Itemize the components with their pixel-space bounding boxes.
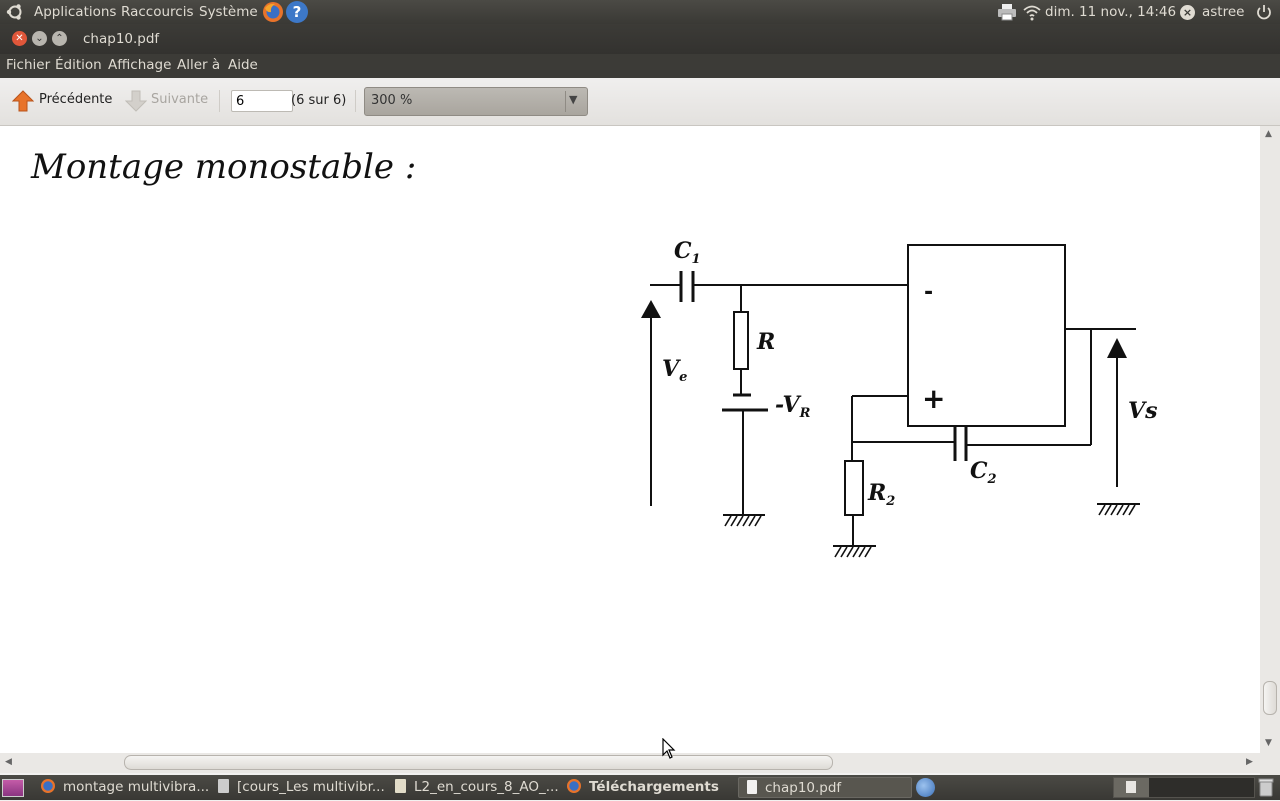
user-status-icon[interactable]: ×: [1180, 5, 1195, 20]
arrow-up-icon: [11, 90, 35, 112]
scroll-down-arrow-icon[interactable]: ▼: [1265, 738, 1272, 748]
show-desktop-icon[interactable]: [2, 779, 24, 797]
wifi-icon[interactable]: [1022, 3, 1042, 21]
taskbar-item-label: Téléchargements: [589, 779, 719, 795]
clock[interactable]: dim. 11 nov., 14:46: [1045, 4, 1176, 20]
menu-raccourcis[interactable]: Raccourcis: [121, 4, 193, 20]
taskbar-item-l2-cours[interactable]: L2_en_cours_8_AO_...: [387, 777, 561, 798]
label-r2: R2: [867, 480, 895, 509]
top-panel: Applications Raccourcis Système ? dim. 1…: [0, 0, 1280, 24]
taskbar: montage multivibra... [cours_Les multivi…: [0, 775, 1280, 800]
label-c1: C1: [674, 238, 701, 267]
trash-icon[interactable]: [1258, 778, 1274, 797]
taskbar-item-label: [cours_Les multivibr...: [237, 779, 385, 795]
menu-applications[interactable]: Applications: [34, 4, 116, 20]
toolbar: Précédente Suivante (6 sur 6) 300 % ▼: [0, 78, 1280, 126]
page-count: (6 sur 6): [291, 93, 347, 108]
text-document-icon: [395, 779, 406, 793]
user-name[interactable]: astree: [1202, 4, 1244, 20]
toolbar-separator: [219, 90, 220, 112]
document-view[interactable]: Montage monostable : C1 R Ve -VR C2 R2 V…: [0, 126, 1260, 753]
taskbar-item-telechargements[interactable]: Téléchargements: [562, 777, 736, 798]
scroll-left-arrow-icon[interactable]: ◀: [5, 757, 12, 767]
ubuntu-logo-icon[interactable]: [6, 3, 22, 20]
label-minus: -: [924, 280, 933, 305]
taskbar-item-cours-multivibrateurs[interactable]: [cours_Les multivibr...: [210, 777, 386, 798]
page-number-input[interactable]: [231, 90, 293, 112]
zoom-value: 300 %: [371, 93, 413, 108]
help-launcher-icon[interactable]: ?: [286, 1, 308, 23]
toolbar-separator: [355, 90, 356, 112]
taskbar-item-label: L2_en_cours_8_AO_...: [414, 779, 559, 795]
menu-fichier[interactable]: Fichier: [6, 57, 50, 73]
document-icon: [218, 779, 229, 793]
menu-aide[interactable]: Aide: [228, 57, 258, 73]
monostable-circuit-diagram: C1 R Ve -VR C2 R2 Vs - +: [641, 238, 1157, 558]
menu-systeme[interactable]: Système: [199, 4, 258, 20]
globe-icon[interactable]: [916, 778, 935, 797]
menubar: Fichier Édition Affichage Aller à Aide: [0, 54, 1280, 78]
label-c2: C2: [970, 458, 997, 487]
taskbar-item-label: chap10.pdf: [765, 780, 842, 796]
mouse-cursor-icon: [662, 738, 676, 759]
maximize-window-button[interactable]: ⌃: [52, 31, 67, 46]
label-r: R: [756, 329, 775, 355]
horizontal-scrollbar[interactable]: ◀ ▶: [0, 753, 1260, 773]
label-vs: Vs: [1128, 398, 1157, 424]
menu-affichage[interactable]: Affichage: [108, 57, 171, 73]
label-plus: +: [922, 382, 945, 415]
firefox-icon: [567, 779, 581, 793]
workspace-switcher[interactable]: [1113, 777, 1255, 798]
menu-edition[interactable]: Édition: [55, 57, 102, 73]
vertical-scroll-thumb[interactable]: [1263, 681, 1277, 715]
close-window-button[interactable]: ✕: [12, 31, 27, 46]
taskbar-item-firefox-montage[interactable]: montage multivibra...: [33, 777, 209, 798]
menu-aller-a[interactable]: Aller à: [177, 57, 220, 73]
scroll-up-arrow-icon[interactable]: ▲: [1265, 129, 1272, 139]
vertical-scrollbar[interactable]: ▲ ▼: [1260, 126, 1280, 753]
taskbar-item-chap10[interactable]: chap10.pdf: [738, 777, 912, 798]
window-title: chap10.pdf: [83, 31, 160, 47]
window-titlebar[interactable]: ✕ ⌄ ⌃ chap10.pdf: [0, 24, 1280, 54]
scroll-right-arrow-icon[interactable]: ▶: [1246, 757, 1253, 767]
zoom-select[interactable]: 300 % ▼: [364, 87, 588, 116]
dropdown-divider: [565, 91, 566, 112]
pdf-document-icon: [747, 780, 757, 794]
horizontal-scroll-thumb[interactable]: [124, 755, 833, 770]
workspace-window-preview: [1126, 781, 1136, 793]
printer-icon[interactable]: [997, 3, 1017, 21]
arrow-down-icon: [124, 90, 148, 112]
chevron-down-icon: ▼: [569, 93, 578, 106]
taskbar-item-label: montage multivibra...: [63, 779, 209, 795]
previous-page-label: Précédente: [39, 92, 113, 107]
firefox-launcher-icon[interactable]: [262, 1, 284, 23]
power-icon[interactable]: [1255, 3, 1273, 21]
firefox-icon: [41, 779, 55, 793]
scrollbar-corner: [1260, 753, 1280, 775]
label-ve: Ve: [662, 356, 687, 385]
next-page-label: Suivante: [151, 92, 209, 107]
minimize-window-button[interactable]: ⌄: [32, 31, 47, 46]
label-vr: -VR: [775, 392, 811, 421]
